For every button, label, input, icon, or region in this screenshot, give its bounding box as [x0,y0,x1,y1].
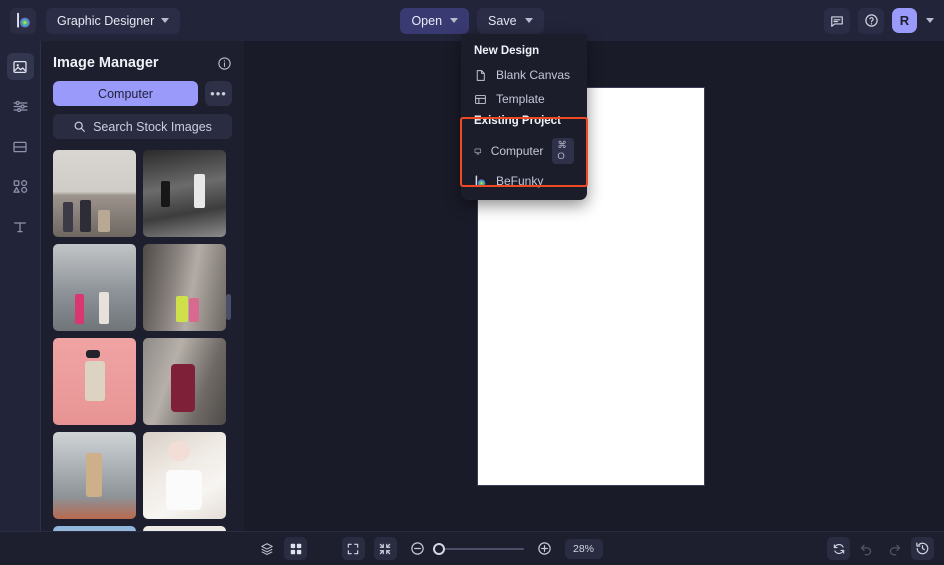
mode-label: Graphic Designer [57,13,155,28]
reset-icon [833,543,844,554]
thumbnail-grid [53,150,232,531]
template-icon [475,94,486,104]
rail-item-frames[interactable] [7,133,34,160]
chat-bubble-icon [831,15,843,27]
thumbnail-item[interactable] [143,244,226,331]
search-stock-images-button[interactable]: Search Stock Images [53,114,232,139]
app-logo[interactable] [10,7,36,34]
more-options-button[interactable]: ••• [205,81,232,106]
rail-item-text[interactable] [7,213,34,240]
canvas-area [244,41,944,531]
history-button[interactable] [911,537,934,560]
top-right-actions: R [824,7,934,34]
zoom-out-button[interactable] [406,537,429,560]
fit-screen-button[interactable] [341,537,365,560]
rail-item-adjustments[interactable] [7,93,34,120]
document-icon [476,69,485,81]
reset-button[interactable] [827,537,850,560]
redo-button[interactable] [883,537,906,560]
zoom-slider-handle[interactable] [432,542,445,555]
source-row: Computer ••• [53,81,232,106]
search-input-placeholder: Search Stock Images [93,119,212,134]
layers-icon [260,542,273,555]
info-circle-icon[interactable] [217,56,232,71]
thumbnail-item[interactable] [53,338,136,425]
history-controls [827,537,934,560]
thumbnail-item[interactable] [53,432,136,519]
frame-icon [13,141,27,152]
history-icon [916,542,929,555]
menu-item-template[interactable]: Template [461,87,587,111]
menu-item-befunky[interactable]: BeFunky [461,169,587,193]
mode-selector[interactable]: Graphic Designer [46,7,181,34]
shrink-to-fit-icon [379,543,391,554]
grid-icon [290,543,301,554]
menu-item-computer[interactable]: Computer ⌘ O [461,133,587,169]
monitor-icon [474,148,482,154]
search-icon [74,121,86,132]
grid-view-button[interactable] [284,537,307,560]
zoom-in-button[interactable] [533,537,556,560]
menu-section-label-new-design: New Design [474,45,540,57]
fit-screen-icon [347,543,359,554]
avatar[interactable]: R [892,8,917,33]
open-button-label: Open [411,13,443,28]
rail-item-image-manager[interactable] [6,53,34,80]
help-button[interactable] [858,7,884,34]
menu-item-shortcut: ⌘ O [552,138,574,164]
computer-source-label: Computer [98,86,153,101]
zoom-in-icon [537,542,551,555]
question-circle-icon [864,14,878,27]
zoom-level-value: 28% [572,542,594,555]
sliders-icon [12,100,28,113]
zoom-slider[interactable] [432,542,524,555]
thumbnail-item[interactable] [53,244,136,331]
rail-item-graphics[interactable] [7,173,34,200]
computer-source-button[interactable]: Computer [53,81,198,106]
thumbnail-item[interactable] [53,150,136,237]
thumbnail-item[interactable] [143,432,226,519]
menu-item-label: Blank Canvas [496,68,571,82]
thumbnail-item[interactable] [143,150,226,237]
menu-item-label: Template [496,92,545,106]
panel-header: Image Manager [53,41,232,81]
fit-content-button[interactable] [373,537,397,560]
feedback-button[interactable] [824,7,850,34]
chevron-down-icon [450,18,459,23]
image-manager-panel: Image Manager Computer ••• Search Stock … [41,41,244,531]
more-options-label: ••• [210,86,227,101]
text-icon [14,221,26,232]
menu-section-label-existing-project: Existing Project [474,115,561,127]
undo-button[interactable] [855,537,878,560]
save-button[interactable]: Save [477,7,544,34]
avatar-initial: R [899,13,910,28]
thumbnail-item[interactable] [143,338,226,425]
thumbnail-scrollbar[interactable] [226,294,231,320]
zoom-out-icon [410,542,424,555]
image-icon [13,60,27,73]
chevron-down-icon [524,18,533,23]
shapes-icon [12,180,27,193]
bottom-toolbar: 28% [0,531,944,565]
befunky-logo-icon [16,12,30,28]
save-button-label: Save [488,13,517,28]
undo-icon [860,544,872,556]
redo-icon [889,544,901,556]
menu-item-label: Computer [490,144,544,158]
tool-rail [0,41,41,531]
zoom-controls: 28% [0,537,944,560]
open-menu-dropdown: New Design Blank Canvas Template Existin… [461,34,587,200]
account-chevron-down-icon[interactable] [926,18,934,23]
befunky-logo-icon [475,175,486,187]
bottom-left-actions [255,537,307,560]
layers-button[interactable] [255,537,278,560]
open-button[interactable]: Open [400,7,470,34]
page-title: Image Manager [53,55,159,71]
menu-item-label: BeFunky [496,174,544,188]
befunky-app-window: Graphic Designer Open Save R Image Manag… [0,0,944,565]
chevron-down-icon [161,18,170,23]
menu-item-blank-canvas[interactable]: Blank Canvas [461,63,587,87]
zoom-level-display[interactable]: 28% [564,538,603,559]
